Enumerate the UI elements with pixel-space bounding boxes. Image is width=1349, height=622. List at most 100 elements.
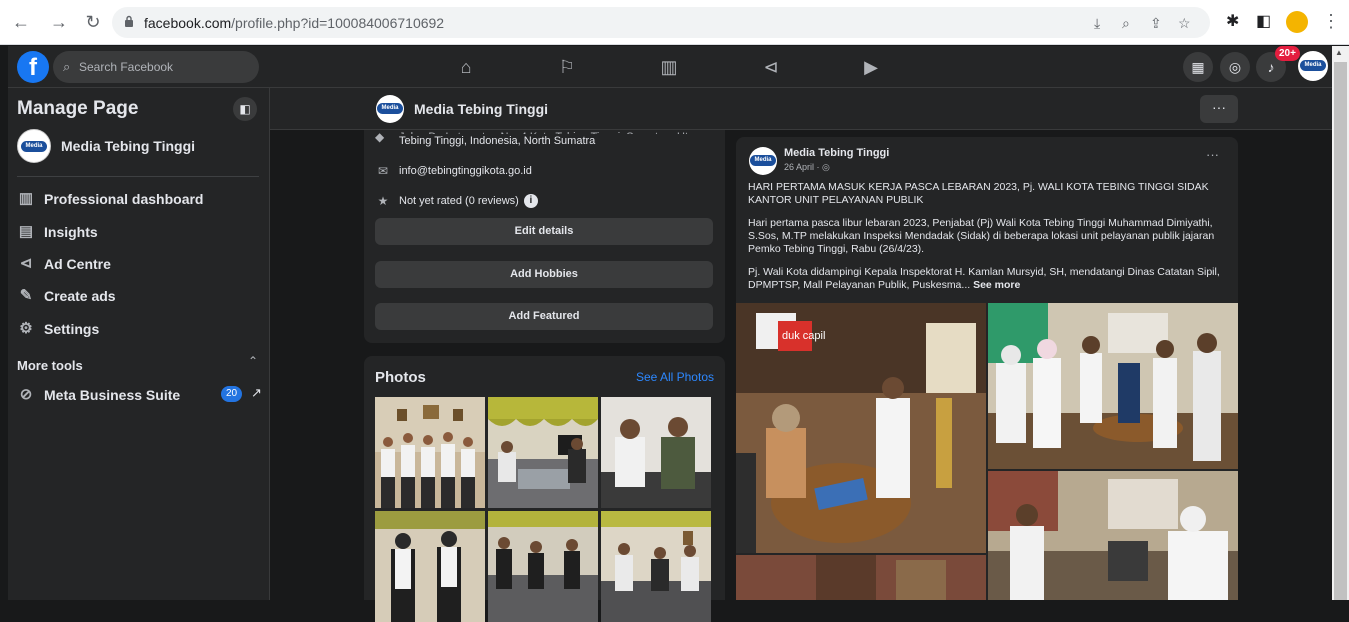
photo-thumbnail[interactable]: [601, 397, 711, 508]
address-line: Tebing Tinggi, Indonesia, North Sumatra: [399, 135, 596, 147]
post-image-sign: duk capil: [782, 330, 825, 342]
header-more-button[interactable]: ···: [1200, 95, 1238, 123]
post-image[interactable]: duk capil: [736, 303, 986, 553]
sidebar-item-ad-centre[interactable]: ⊲ Ad Centre: [17, 253, 111, 275]
post-paragraph: Pj. Wali Kota didampingi Kepala Inspekto…: [748, 266, 1228, 292]
add-hobbies-button[interactable]: Add Hobbies: [375, 261, 713, 288]
scroll-up-icon[interactable]: ▲: [1335, 48, 1343, 57]
sidepanel-icon[interactable]: ◧: [1256, 11, 1271, 31]
puzzle-icon[interactable]: ✱: [1226, 11, 1239, 31]
avatar-logo: Media: [1300, 60, 1326, 71]
address: Jalan Dr. Latumeten No. 4 Kota Tebing Ti…: [399, 130, 719, 148]
photos-card: Photos See All Photos: [364, 356, 725, 622]
back-icon[interactable]: ←: [10, 11, 32, 33]
browser-toolbar: ← → ↻ facebook.com/profile.php?id=100084…: [0, 0, 1349, 45]
share-icon[interactable]: ⇪: [1150, 15, 1162, 32]
search-box[interactable]: ⌕: [53, 51, 259, 83]
video-icon[interactable]: ▶: [860, 56, 882, 78]
account-avatar[interactable]: Media: [1298, 51, 1328, 81]
email-text[interactable]: info@tebingtinggikota.go.id: [399, 165, 532, 177]
manage-page-sidebar: Manage Page ◧ Media Media Tebing Tinggi …: [8, 88, 270, 600]
collapse-sidebar-icon[interactable]: ◧: [233, 97, 257, 121]
sidebar-title: Manage Page: [17, 98, 139, 119]
sidebar-item-meta-business-suite[interactable]: ⊘ Meta Business Suite: [17, 384, 180, 406]
email-row[interactable]: ✉ info@tebingtinggikota.go.id: [375, 162, 532, 180]
chevron-up-icon[interactable]: ⌃: [248, 354, 258, 368]
photo-thumbnail[interactable]: [601, 511, 711, 622]
sidebar-item-create-ads[interactable]: ✎ Create ads: [17, 285, 116, 307]
home-icon[interactable]: ⌂: [455, 56, 477, 78]
post-image[interactable]: [736, 555, 986, 600]
sidebar-item-label: Settings: [44, 321, 100, 337]
reload-icon[interactable]: ↻: [82, 11, 104, 33]
kebab-menu-icon[interactable]: ⋮: [1322, 11, 1340, 32]
sidebar-page-switcher[interactable]: Media Media Tebing Tinggi: [17, 129, 195, 163]
insights-icon[interactable]: ▥: [658, 56, 680, 78]
photo-thumbnail[interactable]: [375, 511, 485, 622]
post-more-icon[interactable]: ···: [1206, 147, 1219, 162]
post-date-text: 26 April ·: [784, 162, 820, 172]
lock-icon[interactable]: [124, 15, 134, 27]
info-icon[interactable]: i: [523, 194, 538, 208]
photo-thumbnail[interactable]: [488, 511, 598, 622]
add-featured-button[interactable]: Add Featured: [375, 303, 713, 330]
photo-thumbnail[interactable]: [375, 397, 485, 508]
post-paragraph: Hari pertama pasca libur lebaran 2023, P…: [748, 217, 1215, 255]
url-host: facebook.com: [144, 15, 232, 31]
post-author-avatar[interactable]: Media: [749, 147, 777, 175]
sidebar-item-insights[interactable]: ▤ Insights: [17, 221, 98, 243]
search-input[interactable]: [79, 58, 249, 76]
sidebar-item-settings[interactable]: ⚙ Settings: [17, 318, 99, 340]
facebook-topbar: f ⌕ ⌂ ⚐ ▥ ⊲ ▶ ▦ ◎ ♪ 20+ Media: [8, 46, 1332, 88]
mail-icon: ✉: [377, 164, 389, 178]
photos-title: Photos: [375, 369, 426, 386]
header-page-avatar[interactable]: Media: [376, 95, 404, 123]
pencil-icon: ✎: [19, 287, 33, 304]
page-avatar-logo: Media: [21, 141, 47, 152]
dashboard-icon: ▥: [18, 190, 34, 207]
page-header: Media Media Tebing Tinggi ···: [270, 88, 1332, 130]
forward-icon[interactable]: →: [48, 11, 70, 33]
sidebar-divider: [17, 176, 259, 177]
post-card: Media Media Tebing Tinggi 26 April · ◎ ·…: [736, 137, 1238, 600]
photo-thumbnail[interactable]: [488, 397, 598, 508]
external-link-icon[interactable]: ↗: [251, 385, 262, 401]
rating-text: Not yet rated (0 reviews): [399, 195, 519, 207]
scrollbar-thumb[interactable]: [1334, 62, 1347, 600]
post-author-name[interactable]: Media Tebing Tinggi: [784, 147, 889, 159]
sidebar-item-label: Insights: [44, 224, 98, 240]
globe-icon: ◎: [822, 162, 830, 172]
megaphone-icon: ⊲: [19, 255, 33, 272]
facebook-logo-icon[interactable]: f: [17, 51, 49, 83]
url-path: /profile.php?id=100084006710692: [231, 15, 445, 31]
post-image[interactable]: [988, 303, 1238, 469]
header-avatar-logo: Media: [377, 103, 403, 114]
see-all-photos-link[interactable]: See All Photos: [636, 370, 714, 384]
post-image[interactable]: [988, 471, 1238, 600]
menu-grid-icon[interactable]: ▦: [1183, 52, 1213, 82]
meta-business-icon: ⊘: [19, 386, 33, 403]
sidebar-item-label: Meta Business Suite: [44, 387, 181, 403]
address-bar[interactable]: facebook.com/profile.php?id=100084006710…: [112, 7, 1210, 38]
pages-flag-icon[interactable]: ⚐: [556, 56, 578, 78]
insights-icon: ▤: [18, 223, 34, 240]
ads-megaphone-icon[interactable]: ⊲: [760, 56, 782, 78]
search-icon: ⌕: [63, 59, 71, 74]
see-more-link[interactable]: See more: [973, 279, 1020, 291]
zoom-icon[interactable]: ⌕: [1122, 15, 1130, 32]
sidebar-item-label: Create ads: [44, 288, 116, 304]
edit-details-button[interactable]: Edit details: [375, 218, 713, 245]
profile-icon[interactable]: [1286, 11, 1308, 33]
location-pin-icon: ◆: [375, 130, 385, 144]
messenger-icon[interactable]: ◎: [1220, 52, 1250, 82]
post-avatar-logo: Media: [750, 155, 776, 166]
url-text[interactable]: facebook.com/profile.php?id=100084006710…: [144, 15, 444, 31]
post-date[interactable]: 26 April · ◎: [784, 162, 830, 173]
about-card: Jalan Dr. Latumeten No. 4 Kota Tebing Ti…: [364, 130, 725, 343]
more-tools-heading: More tools: [17, 358, 83, 373]
header-page-name[interactable]: Media Tebing Tinggi: [414, 101, 548, 117]
post-headline: HARI PERTAMA MASUK KERJA PASCA LEBARAN 2…: [748, 181, 1209, 206]
install-icon[interactable]: ⤓: [1094, 15, 1100, 32]
star-icon[interactable]: ☆: [1178, 15, 1191, 32]
sidebar-item-professional-dashboard[interactable]: ▥ Professional dashboard: [17, 188, 204, 210]
